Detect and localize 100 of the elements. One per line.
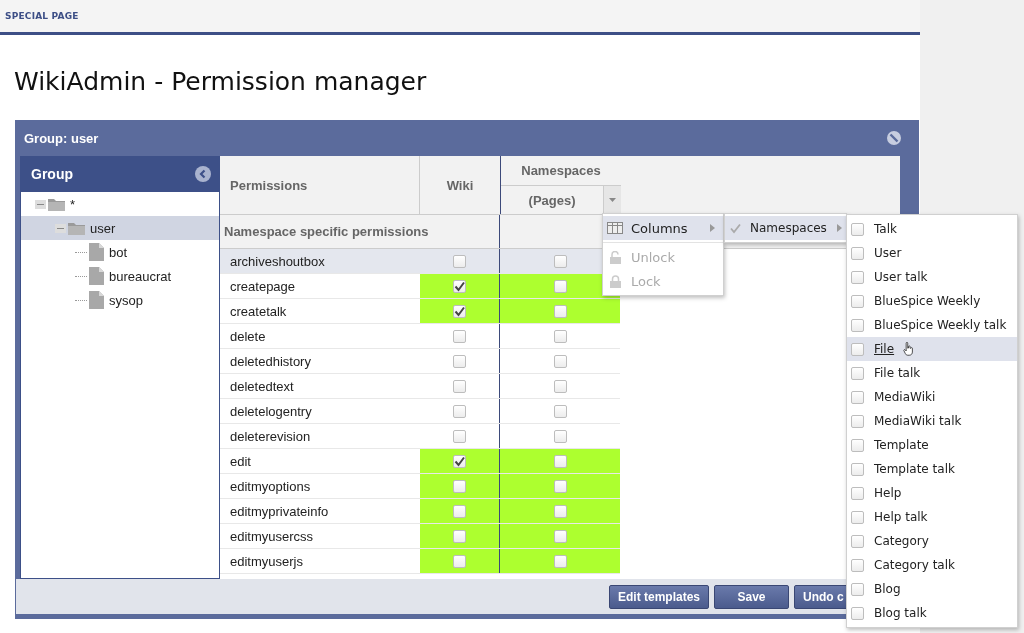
columns-icon: [607, 220, 623, 236]
checkbox[interactable]: [452, 354, 466, 368]
checkbox[interactable]: [553, 304, 567, 318]
checkbox[interactable]: [553, 404, 567, 418]
dropdown-trigger[interactable]: [604, 186, 621, 214]
menu-item[interactable]: Namespaces: [725, 216, 846, 240]
permission-name: deletedhistory: [229, 352, 312, 371]
menu-label: Talk: [874, 222, 897, 236]
collapse-icon[interactable]: [195, 166, 211, 182]
checkbox[interactable]: [553, 454, 567, 468]
document-icon: [89, 291, 104, 309]
checkbox[interactable]: [553, 279, 567, 293]
menu-item[interactable]: MediaWiki: [847, 385, 1017, 409]
checkbox[interactable]: [851, 222, 864, 236]
footer-button[interactable]: Save: [714, 584, 790, 609]
caret-icon: [609, 198, 617, 202]
checkbox[interactable]: [553, 329, 567, 343]
checkbox[interactable]: [553, 554, 567, 568]
checkbox[interactable]: [851, 558, 864, 572]
permission-name: archiveshoutbox: [229, 252, 326, 271]
checkbox[interactable]: [452, 454, 466, 468]
checkbox[interactable]: [851, 486, 864, 500]
document-icon: [89, 267, 104, 285]
checkbox[interactable]: [851, 294, 864, 308]
collapse-icon[interactable]: [55, 223, 66, 233]
checkbox[interactable]: [851, 342, 864, 356]
tree-item[interactable]: bot: [21, 240, 219, 264]
checkbox[interactable]: [452, 504, 466, 518]
table-row[interactable]: createtalk: [220, 299, 620, 324]
permission-name: deletedtext: [229, 377, 295, 396]
checkbox[interactable]: [452, 254, 466, 268]
table-row[interactable]: editmyuserjs: [220, 549, 620, 574]
checkbox[interactable]: [452, 304, 466, 318]
collapse-icon[interactable]: [35, 199, 46, 209]
menu-item[interactable]: Columns: [603, 216, 723, 240]
table-row[interactable]: editmyprivateinfo: [220, 499, 620, 524]
tree-item[interactable]: *: [21, 192, 219, 216]
menu-label: Columns: [631, 220, 688, 236]
checkbox[interactable]: [553, 254, 567, 268]
checkbox[interactable]: [553, 429, 567, 443]
table-row[interactable]: deletelogentry: [220, 399, 620, 424]
footer-button[interactable]: Edit templates: [609, 584, 710, 609]
tree-item[interactable]: user: [21, 216, 219, 240]
checkbox[interactable]: [553, 354, 567, 368]
checkbox[interactable]: [851, 438, 864, 452]
menu-item[interactable]: Help talk: [847, 505, 1017, 529]
tree-item[interactable]: sysop: [21, 288, 219, 312]
menu-item[interactable]: MediaWiki talk: [847, 409, 1017, 433]
table-row[interactable]: editmyoptions: [220, 474, 620, 499]
menu-item[interactable]: File: [847, 337, 1017, 361]
checkbox[interactable]: [452, 329, 466, 343]
checkbox[interactable]: [851, 390, 864, 404]
checkbox[interactable]: [452, 279, 466, 293]
menu-label: Blog talk: [874, 606, 927, 620]
checkbox[interactable]: [851, 582, 864, 596]
close-icon[interactable]: [886, 130, 902, 146]
checkbox[interactable]: [851, 606, 864, 620]
checkbox[interactable]: [851, 270, 864, 284]
menu-item[interactable]: User: [847, 241, 1017, 265]
menu-item[interactable]: Category talk: [847, 553, 1017, 577]
section-heading: Namespace specific permissions: [220, 215, 500, 248]
checkbox[interactable]: [851, 510, 864, 524]
checkbox[interactable]: [553, 479, 567, 493]
checkbox[interactable]: [452, 404, 466, 418]
tree-item[interactable]: bureaucrat: [21, 264, 219, 288]
column-header[interactable]: Wiki: [420, 156, 501, 214]
column-header[interactable]: Permissions: [220, 156, 420, 214]
menu-item[interactable]: Help: [847, 481, 1017, 505]
menu-item[interactable]: Category: [847, 529, 1017, 553]
menu-label: Lock: [631, 273, 661, 289]
menu-label: User: [874, 246, 902, 260]
table-row[interactable]: deletedtext: [220, 374, 620, 399]
menu-item[interactable]: Template: [847, 433, 1017, 457]
checkbox[interactable]: [553, 504, 567, 518]
menu-item[interactable]: File talk: [847, 361, 1017, 385]
checkbox[interactable]: [851, 366, 864, 380]
checkbox[interactable]: [553, 379, 567, 393]
checkbox[interactable]: [452, 429, 466, 443]
checkbox[interactable]: [452, 529, 466, 543]
checkbox[interactable]: [851, 318, 864, 332]
menu-item[interactable]: Template talk: [847, 457, 1017, 481]
table-row[interactable]: edit: [220, 449, 620, 474]
checkbox[interactable]: [851, 534, 864, 548]
checkbox[interactable]: [452, 379, 466, 393]
menu-item[interactable]: BlueSpice Weekly talk: [847, 313, 1017, 337]
checkbox[interactable]: [851, 414, 864, 428]
table-row[interactable]: editmyusercss: [220, 524, 620, 549]
checkbox[interactable]: [452, 479, 466, 493]
table-row[interactable]: deleterevision: [220, 424, 620, 449]
menu-item[interactable]: Talk: [847, 217, 1017, 241]
menu-item[interactable]: BlueSpice Weekly: [847, 289, 1017, 313]
checkbox[interactable]: [553, 529, 567, 543]
table-row[interactable]: delete: [220, 324, 620, 349]
checkbox[interactable]: [452, 554, 466, 568]
breadcrumb[interactable]: SPECIAL PAGE: [0, 0, 920, 35]
checkbox[interactable]: [851, 462, 864, 476]
menu-item[interactable]: User talk: [847, 265, 1017, 289]
table-row[interactable]: deletedhistory: [220, 349, 620, 374]
submenu-arrow-icon: [836, 224, 842, 232]
checkbox[interactable]: [851, 246, 864, 260]
